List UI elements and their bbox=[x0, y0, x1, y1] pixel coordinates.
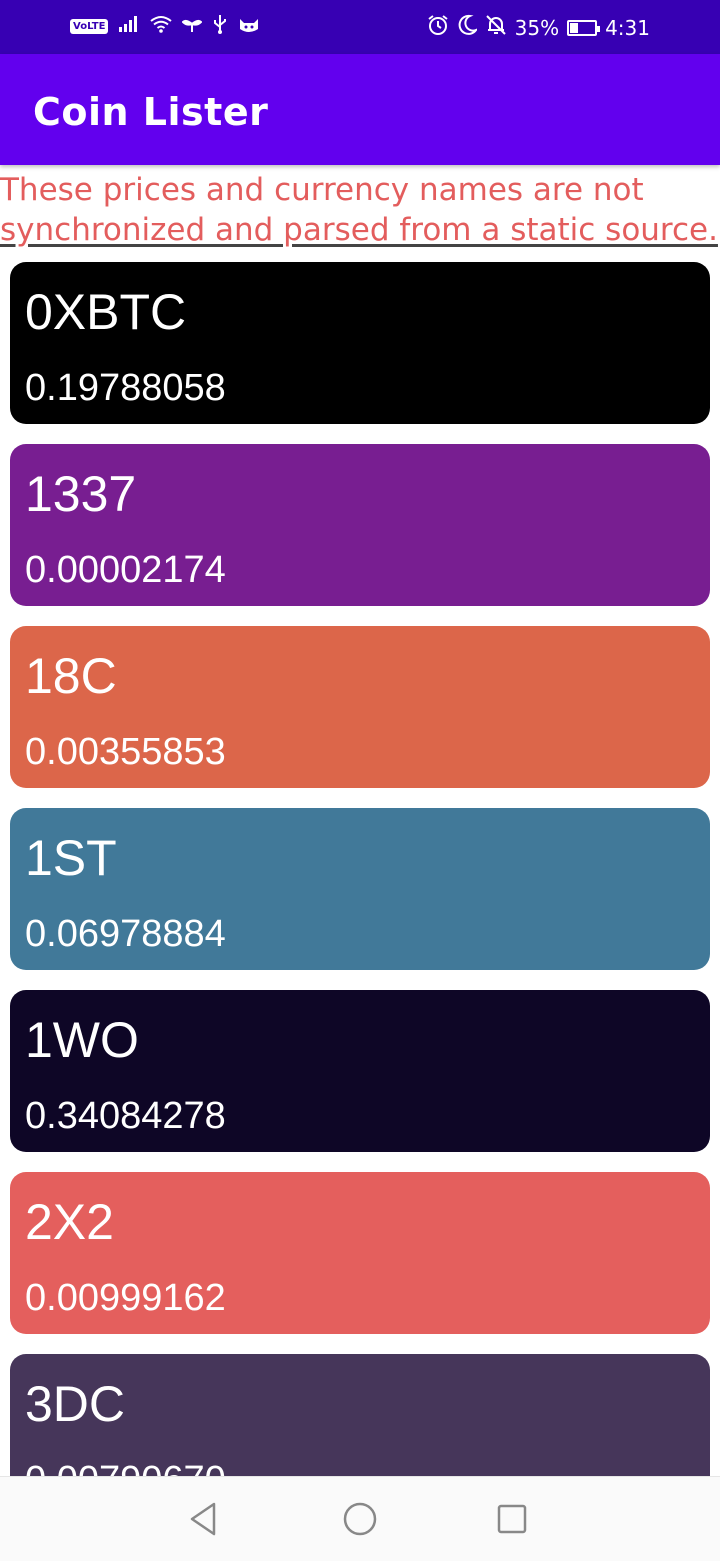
battery-level-fill bbox=[570, 22, 579, 33]
coin-name: 1ST bbox=[25, 830, 117, 886]
coin-card[interactable]: 1ST 0.06978884 bbox=[10, 808, 710, 970]
home-icon[interactable] bbox=[338, 1497, 382, 1541]
recents-icon[interactable] bbox=[490, 1497, 534, 1541]
coin-price: 0.00790670 bbox=[25, 1457, 226, 1476]
coin-card[interactable]: 2X2 0.00999162 bbox=[10, 1172, 710, 1334]
coin-name: 2X2 bbox=[25, 1194, 114, 1250]
coin-name: 18C bbox=[25, 648, 117, 704]
static-source-notice: These prices and currency names are not … bbox=[0, 170, 720, 250]
usb-icon bbox=[212, 14, 228, 39]
battery-icon bbox=[567, 19, 601, 36]
cat-icon bbox=[238, 15, 260, 38]
coin-price: 0.34084278 bbox=[25, 1095, 226, 1137]
coin-card[interactable]: 0XBTC 0.19788058 bbox=[10, 262, 710, 424]
coin-card[interactable]: 3DC 0.00790670 bbox=[10, 1354, 710, 1476]
moon-icon bbox=[457, 14, 479, 41]
coin-name: 0XBTC bbox=[25, 284, 187, 340]
bell-off-icon bbox=[485, 14, 507, 41]
coin-card[interactable]: 1WO 0.34084278 bbox=[10, 990, 710, 1152]
coin-price: 0.00999162 bbox=[25, 1277, 226, 1319]
signal-icon bbox=[118, 15, 140, 38]
back-icon[interactable] bbox=[182, 1497, 226, 1541]
notice-line-1: These prices and currency names are not bbox=[0, 172, 644, 208]
plant-icon bbox=[182, 15, 203, 38]
status-bar: VoLTE 35% 4:31 bbox=[0, 0, 720, 54]
coin-price: 0.00002174 bbox=[25, 549, 226, 591]
notice-line-2: synchronized and parsed from a static so… bbox=[0, 212, 718, 248]
app-bar: Coin Lister bbox=[0, 54, 720, 165]
app-title: Coin Lister bbox=[33, 90, 269, 134]
coin-price: 0.06978884 bbox=[25, 913, 226, 955]
status-right-icons: 35% 4:31 bbox=[427, 14, 650, 41]
coin-card[interactable]: 1337 0.00002174 bbox=[10, 444, 710, 606]
wifi-icon bbox=[150, 15, 173, 38]
status-time: 4:31 bbox=[605, 15, 650, 40]
coin-card[interactable]: 18C 0.00355853 bbox=[10, 626, 710, 788]
coin-name: 3DC bbox=[25, 1376, 126, 1432]
battery-percent: 35% bbox=[514, 15, 560, 40]
alarm-icon bbox=[427, 14, 449, 41]
coin-name: 1337 bbox=[25, 466, 137, 522]
navigation-bar bbox=[0, 1476, 720, 1561]
coin-price: 0.19788058 bbox=[25, 367, 226, 409]
volte-icon: VoLTE bbox=[70, 19, 109, 34]
coin-price: 0.00355853 bbox=[25, 731, 226, 773]
coin-name: 1WO bbox=[25, 1012, 139, 1068]
coin-list[interactable]: 0XBTC 0.19788058 1337 0.00002174 18C 0.0… bbox=[10, 262, 710, 1476]
status-left-icons: VoLTE bbox=[70, 14, 260, 39]
